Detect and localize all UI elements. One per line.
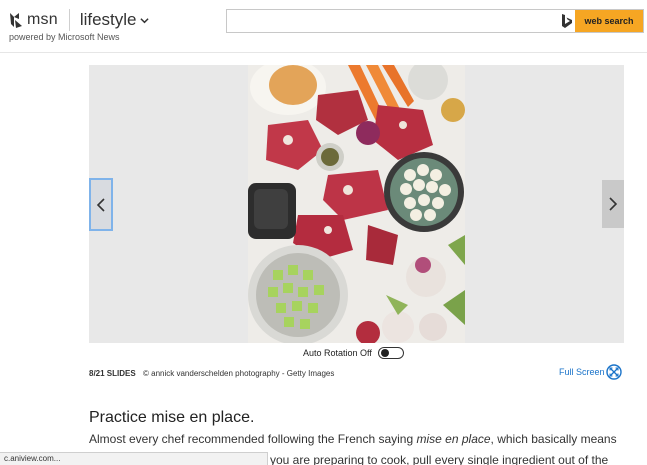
chevron-left-icon — [96, 197, 105, 212]
logo-divider — [68, 9, 70, 31]
site-header: msn lifestyle powered by Microsoft News … — [0, 0, 647, 53]
slideshow-stage — [89, 65, 624, 343]
paragraph-text-end: , which basically means — [490, 432, 617, 446]
section-name[interactable]: lifestyle — [80, 10, 137, 30]
chevron-right-icon — [609, 197, 618, 211]
browser-status-bar: c.aniview.com... — [0, 452, 268, 465]
full-screen-link[interactable]: Full Screen — [559, 367, 605, 377]
search-input[interactable] — [227, 10, 557, 32]
article-heading: Practice mise en place. — [89, 409, 255, 426]
web-search-button[interactable]: web search — [575, 10, 643, 32]
logo-text: msn — [27, 11, 58, 28]
msn-logo[interactable]: msn lifestyle — [8, 9, 149, 31]
slide-counter: 8/21 SLIDES — [89, 369, 136, 378]
ingredients-photo-icon — [248, 65, 465, 343]
auto-rotation-control: Auto Rotation Off — [303, 347, 404, 359]
auto-rotation-label: Auto Rotation Off — [303, 348, 372, 358]
slide-photo — [248, 65, 465, 343]
msn-butterfly-icon — [10, 13, 22, 28]
paragraph-text: Almost every chef recommended following … — [89, 432, 417, 446]
article-paragraph-line2: you are preparing to cook, pull every si… — [270, 453, 609, 465]
photo-credit: © annick vanderschelden photography - Ge… — [143, 369, 335, 378]
chevron-down-icon[interactable] — [139, 16, 149, 25]
auto-rotation-toggle[interactable] — [377, 347, 404, 359]
bing-icon — [562, 14, 572, 28]
search-box: web search — [226, 9, 644, 33]
powered-by-text: powered by Microsoft News — [9, 32, 120, 42]
next-slide-button[interactable] — [602, 180, 624, 228]
full-screen-icon[interactable] — [606, 364, 622, 380]
article-paragraph-line1: Almost every chef recommended following … — [89, 432, 617, 446]
previous-slide-button[interactable] — [89, 178, 113, 231]
paragraph-italic-text: mise en place — [416, 432, 491, 446]
toggle-knob — [380, 349, 389, 357]
